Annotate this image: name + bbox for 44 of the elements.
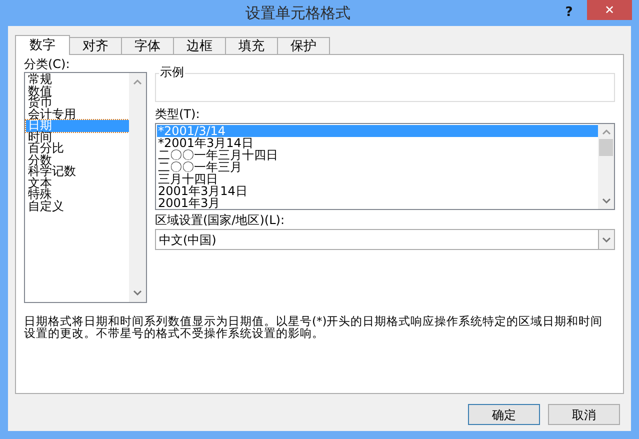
tab[interactable]: 保护 bbox=[277, 37, 330, 54]
category-item[interactable]: 科学记数 bbox=[26, 166, 129, 178]
type-item[interactable]: 三月十四日 bbox=[157, 173, 598, 185]
type-item[interactable]: 二〇〇一年三月十四日 bbox=[157, 149, 598, 161]
category-item[interactable]: 百分比 bbox=[26, 143, 129, 154]
category-item[interactable]: 会计专用 bbox=[26, 108, 129, 120]
type-item[interactable]: 2001年3月 bbox=[157, 197, 598, 209]
category-item[interactable]: 时间 bbox=[26, 132, 129, 143]
tab[interactable]: 数字 bbox=[15, 35, 70, 55]
type-list[interactable]: *2001/3/14 *2001年3月14日 二〇〇一年三月十四日 二〇〇一年三月 三月十四日 2001年3月14日 2001年3月 bbox=[155, 123, 615, 210]
help-button[interactable]: ? bbox=[556, 3, 582, 23]
category-item[interactable]: 自定义 bbox=[26, 200, 129, 212]
scrollbar[interactable] bbox=[129, 73, 146, 302]
dialog-button[interactable]: 取消 bbox=[548, 404, 620, 425]
locale-dropdown[interactable]: 中文(中国) bbox=[155, 229, 615, 250]
tab[interactable]: 边框 bbox=[173, 37, 226, 54]
tab[interactable]: 填充 bbox=[225, 37, 278, 54]
scroll-up-icon[interactable] bbox=[602, 129, 610, 135]
category-item[interactable]: 文本 bbox=[26, 178, 129, 189]
locale-label: 区域设置(国家/地区)(L): bbox=[155, 213, 286, 227]
type-label: 类型(T): bbox=[155, 107, 201, 121]
close-button[interactable]: ✕ bbox=[587, 0, 632, 20]
scrollbar[interactable] bbox=[598, 124, 614, 209]
type-item[interactable]: *2001年3月14日 bbox=[157, 137, 598, 149]
category-item[interactable]: 常规 bbox=[26, 74, 129, 86]
category-item[interactable]: 特殊 bbox=[26, 189, 129, 200]
category-item[interactable]: 货币 bbox=[26, 97, 129, 108]
scroll-down-icon[interactable] bbox=[133, 290, 142, 296]
tab[interactable]: 字体 bbox=[121, 37, 174, 54]
scroll-up-icon[interactable] bbox=[133, 79, 142, 85]
scroll-down-icon[interactable] bbox=[602, 236, 611, 242]
scroll-down-icon[interactable] bbox=[602, 198, 610, 204]
category-label: 分类(C): bbox=[24, 57, 71, 71]
tab[interactable]: 对齐 bbox=[69, 37, 122, 54]
category-list[interactable]: 常规 数值 货币 会计专用 日期 时间 百分比 分数 科学记数 文本 特殊 自定义 bbox=[24, 72, 147, 303]
scrollbar-thumb[interactable] bbox=[599, 139, 613, 156]
description-text: 日期格式将日期和时间系列数值显示为日期值。以星号(*)开头的日期格式响应操作系统特定的区域日期和时间设置的更改。不带星号的格式不受操作系统设置的影响。 bbox=[24, 315, 604, 339]
type-item[interactable]: 二〇〇一年三月 bbox=[157, 161, 598, 173]
sample-label: 示例 bbox=[159, 65, 185, 79]
category-item[interactable]: 数值 bbox=[26, 86, 129, 97]
category-item[interactable]: 分数 bbox=[26, 154, 129, 166]
window-title: 设置单元格格式 bbox=[244, 2, 352, 24]
type-item[interactable]: 2001年3月14日 bbox=[157, 185, 598, 197]
dialog-button[interactable]: 确定 bbox=[468, 404, 540, 425]
